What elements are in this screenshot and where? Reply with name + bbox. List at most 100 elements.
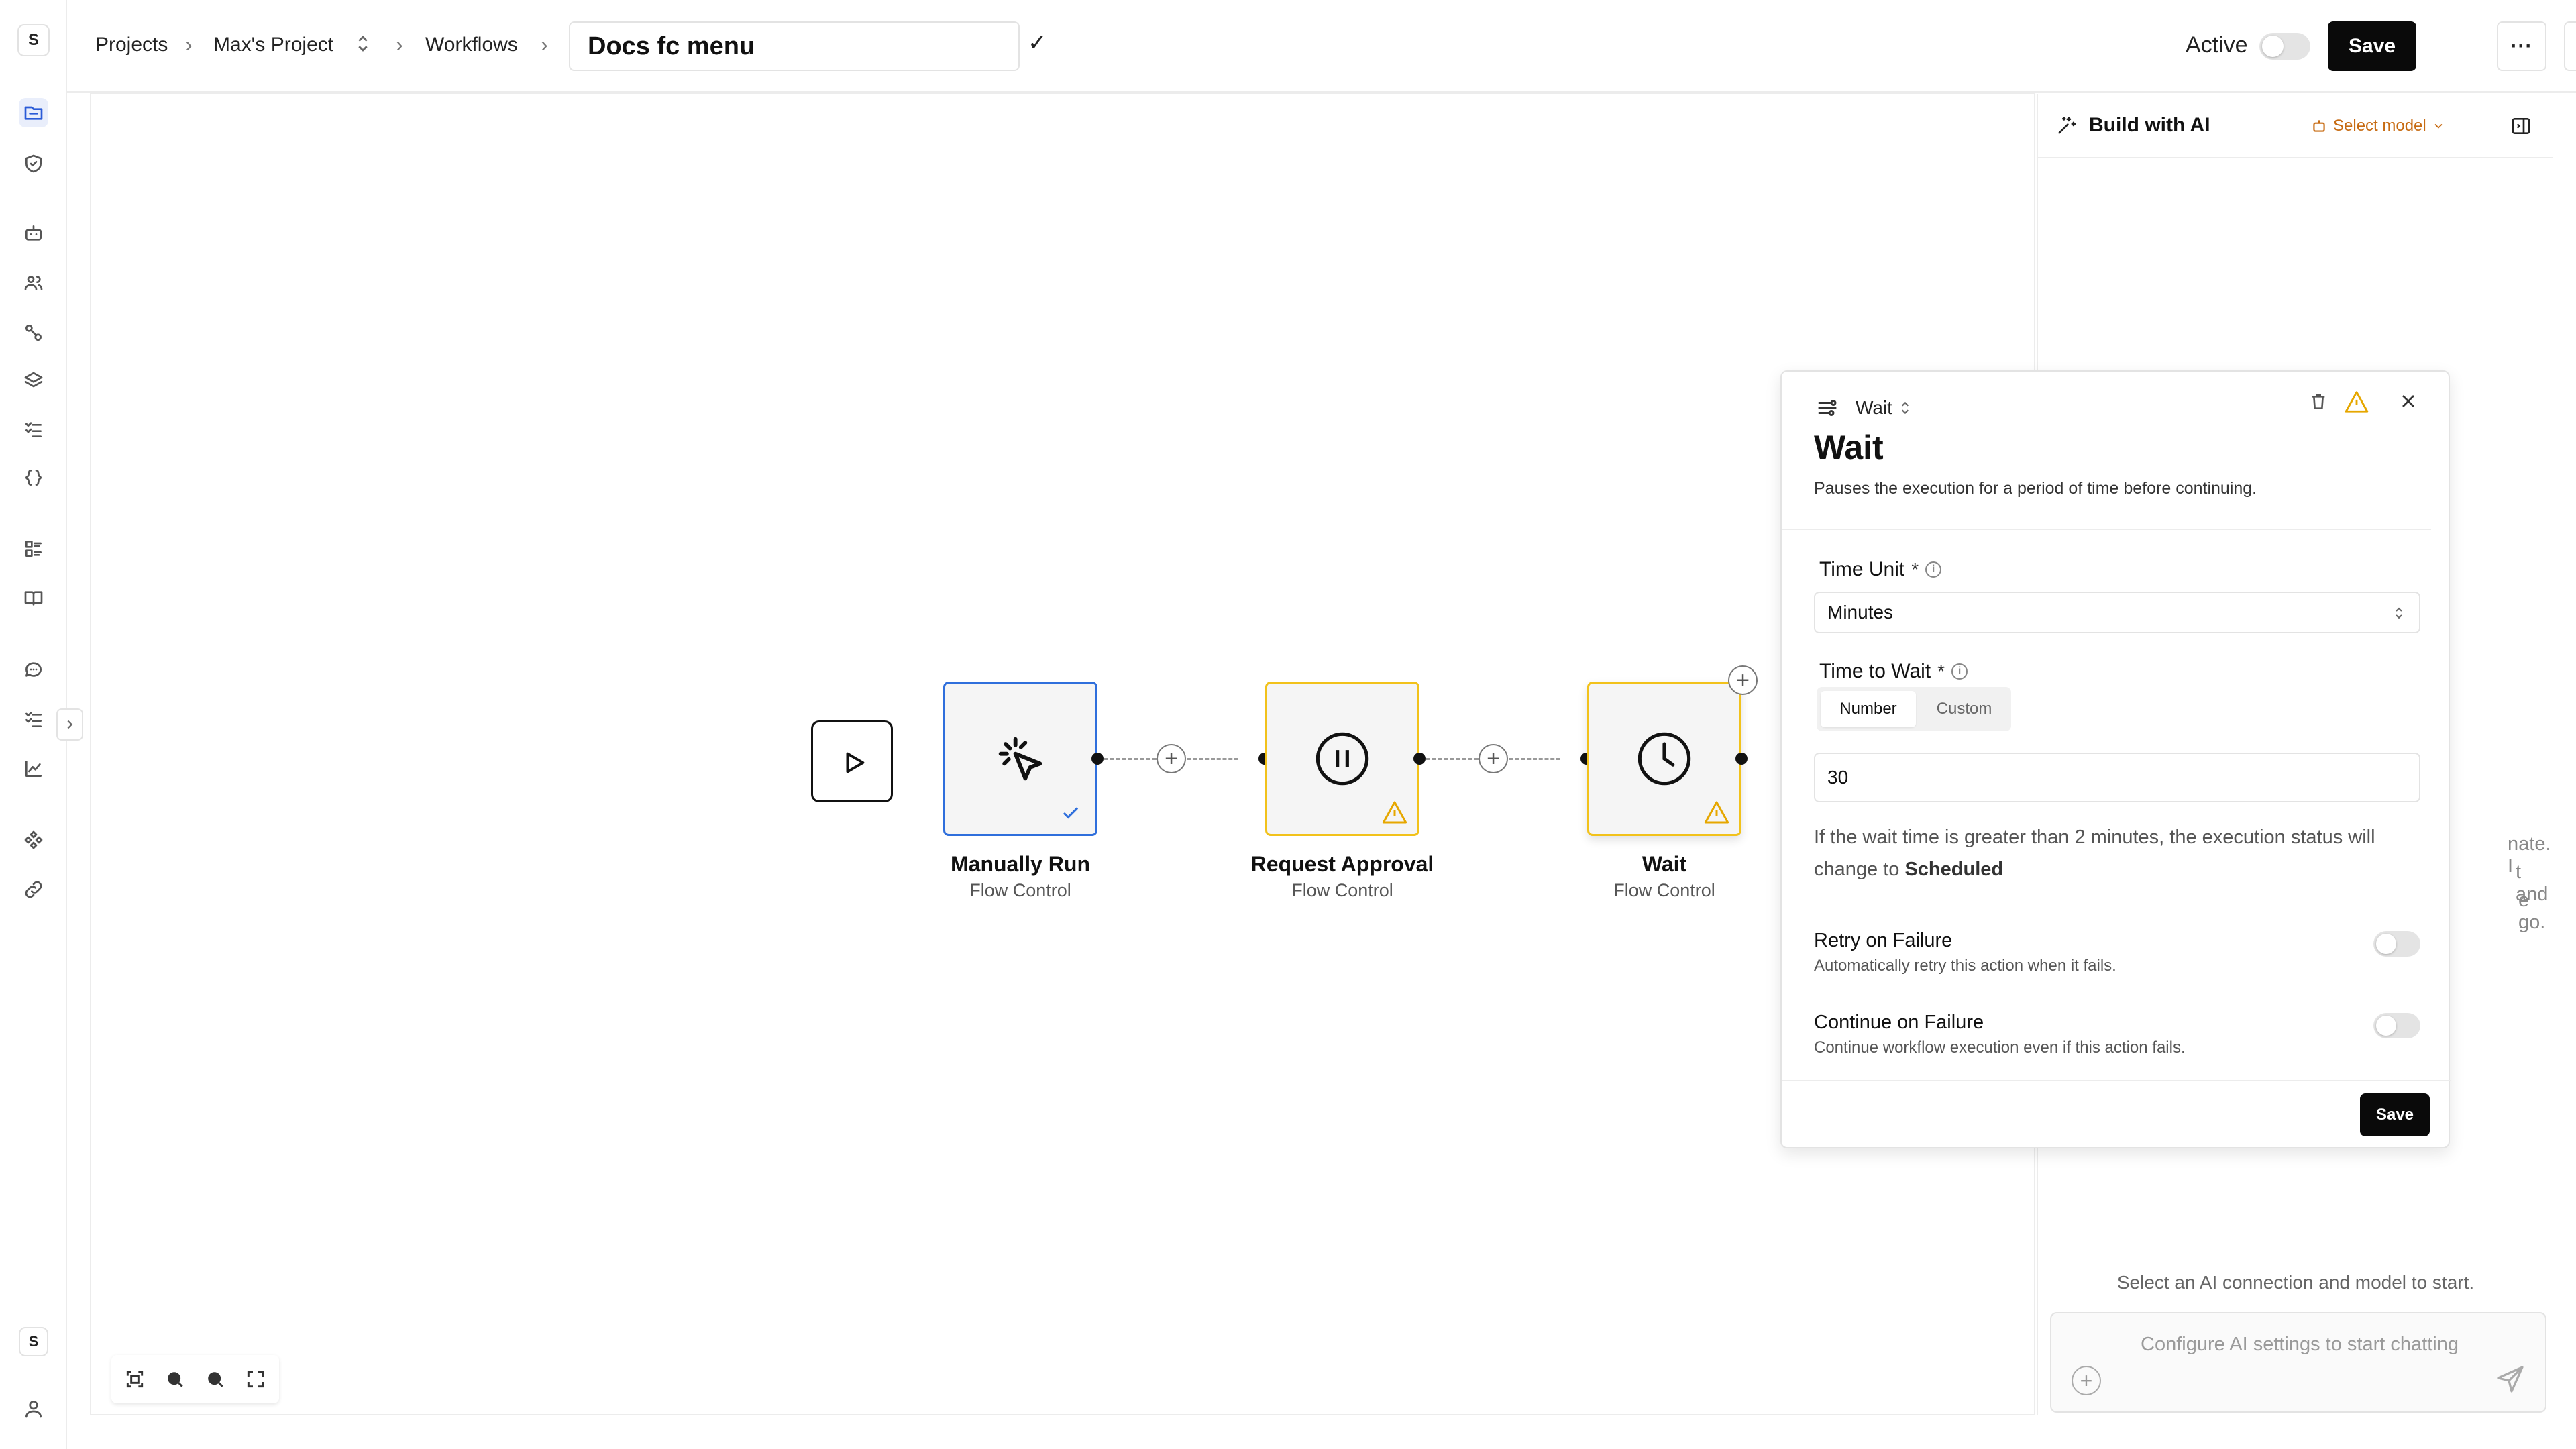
retry-on-failure-desc: Automatically retry this action when it …: [1814, 957, 2116, 975]
mode-custom-tab[interactable]: Custom: [1921, 691, 2007, 727]
close-panel-button[interactable]: [2398, 390, 2419, 415]
rail-connections-icon[interactable]: [19, 318, 48, 347]
workflow-canvas[interactable]: Manually Run Flow Control + Request Appr…: [90, 93, 2035, 1415]
rail-layers-icon[interactable]: [19, 366, 48, 396]
info-icon[interactable]: i: [1925, 561, 1942, 578]
retry-on-failure-title: Retry on Failure: [1814, 930, 1953, 951]
divider: [1782, 1080, 2451, 1081]
node-subtitle: Flow Control: [1291, 880, 1393, 900]
rail-bot-icon[interactable]: [19, 219, 48, 248]
node-output-port[interactable]: [1091, 753, 1104, 765]
zoom-out-button[interactable]: [199, 1362, 232, 1396]
rail-users-icon[interactable]: [19, 268, 48, 298]
delete-step-button[interactable]: [2308, 390, 2329, 415]
node-request-approval[interactable]: [1265, 682, 1419, 836]
rail-book-icon[interactable]: [19, 584, 48, 613]
more-options-button[interactable]: ···: [2497, 21, 2546, 71]
add-step-button[interactable]: +: [1157, 744, 1186, 773]
rail-tasks-icon[interactable]: [19, 415, 48, 444]
expand-sidebar-button[interactable]: [56, 708, 83, 741]
node-subtitle: Flow Control: [1613, 880, 1715, 900]
breadcrumb-project[interactable]: Max's Project: [213, 34, 333, 56]
info-icon[interactable]: i: [1951, 663, 1968, 680]
step-type-selector[interactable]: Wait: [1856, 397, 1914, 419]
breadcrumb-workflows[interactable]: Workflows: [425, 34, 518, 56]
cursor-click-icon: [998, 737, 1042, 781]
connector-line: [1509, 758, 1560, 760]
user-initial-avatar[interactable]: S: [19, 1327, 48, 1356]
warning-icon: [2345, 391, 2369, 413]
workspace-avatar[interactable]: S: [17, 24, 50, 56]
add-step-button[interactable]: +: [1479, 744, 1508, 773]
project-switcher-icon[interactable]: [352, 32, 374, 58]
attach-plus-icon[interactable]: +: [2072, 1366, 2101, 1395]
retry-on-failure-toggle[interactable]: [2373, 931, 2420, 957]
play-icon: [846, 752, 865, 773]
chevron-down-icon: [2434, 123, 2443, 129]
node-title: Manually Run: [950, 852, 1090, 876]
rail-tables-icon[interactable]: [19, 534, 48, 564]
fit-view-icon: [126, 1371, 144, 1388]
ellipsis-icon: ···: [2510, 35, 2533, 57]
settings-button[interactable]: [2564, 21, 2576, 71]
step-title: Wait: [1814, 429, 1884, 466]
fullscreen-icon: [247, 1371, 264, 1388]
node-manually-run[interactable]: [943, 682, 1097, 836]
mode-number-tab[interactable]: Number: [1821, 691, 1916, 727]
fit-view-button[interactable]: [118, 1362, 152, 1396]
rail-code-icon[interactable]: [19, 463, 48, 492]
zoom-out-icon: [208, 1372, 223, 1387]
ai-panel-header: Build with AI Select model: [2038, 94, 2553, 158]
ai-message-fragment: e go.: [2518, 890, 2546, 933]
time-unit-select[interactable]: Minutes: [1814, 592, 2420, 633]
clock-icon: [1638, 732, 1691, 786]
ai-chat-input[interactable]: Configure AI settings to start chatting …: [2050, 1312, 2546, 1413]
rail-integrations-icon[interactable]: [19, 825, 48, 855]
divider: [1782, 529, 2431, 530]
required-marker: *: [1911, 559, 1919, 580]
continue-on-failure-desc: Continue workflow execution even if this…: [1814, 1038, 2186, 1057]
scheduled-status: Scheduled: [1904, 859, 2004, 880]
top-bar: Projects › Max's Project › Workflows › D…: [67, 0, 2576, 93]
node-wait[interactable]: [1587, 682, 1741, 836]
send-message-button[interactable]: [2494, 1363, 2526, 1399]
breadcrumb-separator: ›: [541, 32, 548, 56]
ai-panel-title: Build with AI: [2089, 114, 2210, 136]
trash-icon: [2312, 394, 2325, 409]
run-trigger-button[interactable]: [811, 720, 893, 802]
fullscreen-button[interactable]: [239, 1362, 272, 1396]
active-toggle[interactable]: [2259, 33, 2310, 60]
robot-icon: [2313, 120, 2325, 132]
check-icon: [1063, 807, 1079, 819]
node-output-port[interactable]: [1413, 753, 1426, 765]
add-branch-button[interactable]: +: [1728, 665, 1758, 695]
rail-projects-icon[interactable]: [19, 98, 48, 127]
zoom-in-button[interactable]: [158, 1362, 192, 1396]
select-model-dropdown[interactable]: Select model: [2310, 113, 2445, 140]
time-unit-label: Time Unit: [1819, 558, 1905, 580]
input-mode-toggle: Number Custom: [1817, 687, 2011, 731]
breadcrumb-projects[interactable]: Projects: [95, 34, 168, 56]
workflow-name-input[interactable]: Docs fc menu: [569, 21, 1020, 71]
rail-chat-icon[interactable]: [19, 655, 48, 684]
save-step-button[interactable]: Save: [2360, 1093, 2430, 1136]
time-to-wait-input[interactable]: 30: [1814, 753, 2420, 802]
continue-on-failure-toggle[interactable]: [2373, 1013, 2420, 1038]
rail-security-icon[interactable]: [19, 149, 48, 178]
confirm-name-icon[interactable]: ✓: [1028, 30, 1047, 56]
active-label: Active: [2186, 32, 2248, 58]
rail-analytics-icon[interactable]: [19, 754, 48, 784]
rail-link-icon[interactable]: [19, 875, 48, 904]
rail-account-icon[interactable]: [19, 1394, 48, 1424]
validation-warning[interactable]: [2344, 389, 2369, 418]
time-to-wait-label: Time to Wait: [1819, 660, 1931, 682]
panel-collapse-icon: [2512, 118, 2530, 134]
pause-circle-icon: [1316, 732, 1369, 786]
time-to-wait-field-label: Time to Wait * i: [1819, 660, 1968, 683]
ai-setup-hint: Select an AI connection and model to sta…: [2116, 1272, 2475, 1293]
toggle-panel-button[interactable]: [2508, 113, 2534, 140]
node-output-port[interactable]: [1735, 753, 1748, 765]
rail-runs-icon[interactable]: [19, 704, 48, 734]
breadcrumb-separator: ›: [185, 32, 193, 56]
save-workflow-button[interactable]: Save: [2328, 21, 2416, 71]
